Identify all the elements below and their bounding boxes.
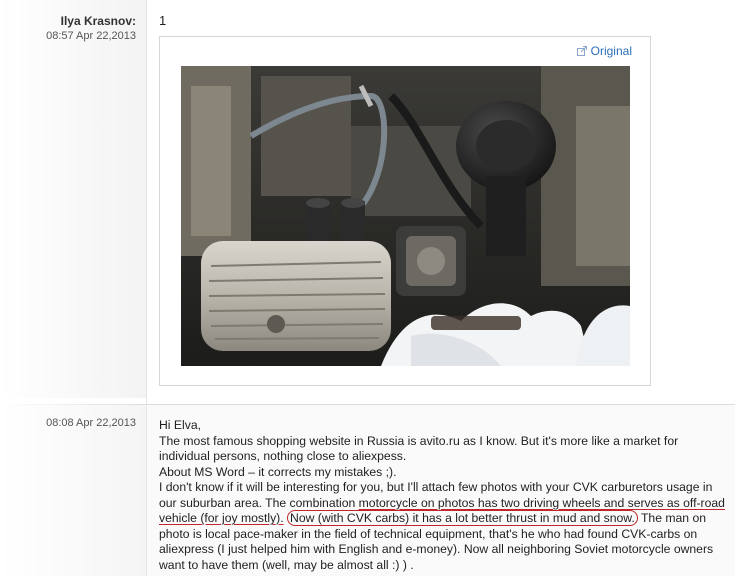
original-image-link[interactable]: Original	[576, 44, 632, 58]
external-link-icon	[576, 46, 587, 56]
message-meta-column	[0, 0, 146, 398]
greeting-line: Hi Elva,	[159, 418, 201, 432]
author-name: Ilya Krasnov:	[60, 14, 136, 28]
attached-photo[interactable]	[181, 66, 630, 366]
paragraph-photos: I don't know if it will be interesting f…	[159, 480, 731, 573]
message-meta-column-2	[0, 405, 146, 576]
message-body: Hi Elva, The most famous shopping websit…	[159, 418, 731, 573]
paragraph-avito: The most famous shopping website in Russ…	[159, 433, 679, 464]
message-separator	[0, 404, 735, 405]
message-timestamp-2: 08:08 Apr 22,2013	[46, 417, 136, 429]
paragraph-ms-word: About MS Word – it corrects my mistakes …	[159, 464, 397, 479]
column-divider	[146, 0, 147, 576]
message-text: 1	[159, 13, 167, 28]
original-link-label: Original	[590, 44, 632, 58]
attachment-card: Original	[159, 36, 651, 386]
engine-photo-image	[181, 66, 630, 366]
message-timestamp: 08:57 Apr 22,2013	[46, 30, 136, 42]
annotated-circle: Now (with CVK carbs) it has a lot better…	[287, 510, 638, 526]
